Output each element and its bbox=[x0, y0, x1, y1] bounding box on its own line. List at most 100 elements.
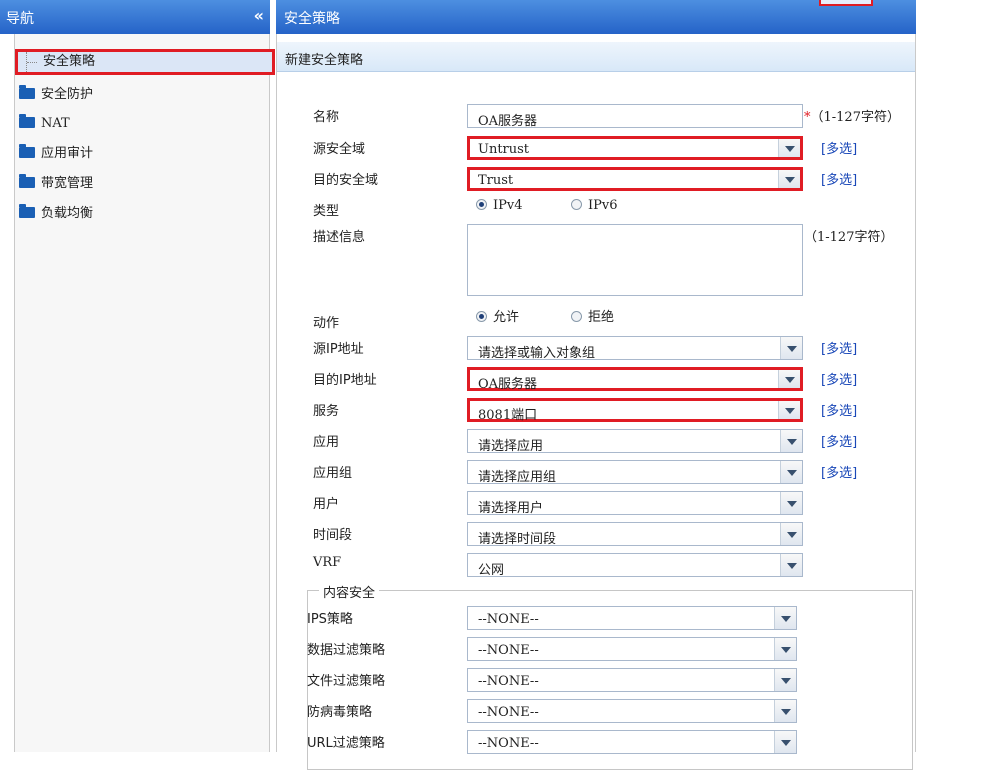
chevron-down-icon[interactable] bbox=[778, 170, 800, 188]
file-filter-label: 文件过滤策略 bbox=[307, 674, 386, 689]
row-name: 名称 OA服务器 *（1-127字符） bbox=[277, 104, 917, 129]
row-src-zone: 源安全域 Untrust [多选] bbox=[277, 136, 917, 160]
sidebar-item-bandwidth[interactable]: 带宽管理 bbox=[19, 171, 93, 197]
type-ipv6-radio[interactable]: IPv6 bbox=[571, 198, 618, 213]
action-label: 动作 bbox=[313, 316, 340, 331]
sidebar-item-security-policy[interactable]: 安全策略 bbox=[15, 49, 275, 75]
sidebar-item-app-audit[interactable]: 应用审计 bbox=[19, 141, 93, 167]
time-select[interactable]: 请选择时间段 bbox=[467, 522, 803, 547]
chevron-down-icon[interactable] bbox=[780, 337, 802, 359]
row-service: 服务 8081端口 [多选] bbox=[277, 398, 917, 423]
row-antivirus: 防病毒策略 --NONE-- bbox=[277, 699, 917, 723]
desc-label: 描述信息 bbox=[313, 230, 366, 245]
chevron-down-icon[interactable] bbox=[774, 731, 796, 753]
name-hint: *（1-127字符） bbox=[804, 110, 900, 125]
chevron-down-icon[interactable] bbox=[774, 607, 796, 629]
dst-ip-label: 目的IP地址 bbox=[313, 373, 377, 388]
main-panel: 新建安全策略 名称 OA服务器 *（1-127字符） 源安全域 Untrust … bbox=[276, 34, 917, 770]
user-select[interactable]: 请选择用户 bbox=[467, 491, 803, 516]
service-select[interactable]: 8081端口 bbox=[467, 398, 803, 423]
radio-unchecked-icon bbox=[571, 311, 582, 322]
row-dst-ip: 目的IP地址 OA服务器 [多选] bbox=[277, 367, 917, 392]
service-label: 服务 bbox=[313, 404, 340, 419]
src-zone-select[interactable]: Untrust bbox=[467, 136, 803, 160]
ips-label: IPS策略 bbox=[307, 612, 353, 627]
folder-icon bbox=[19, 204, 35, 218]
vrf-label: VRF bbox=[313, 555, 342, 570]
service-multi-link[interactable]: [多选] bbox=[821, 400, 857, 419]
dst-zone-select[interactable]: Trust bbox=[467, 167, 803, 191]
collapse-icon[interactable]: « bbox=[254, 6, 264, 25]
chevron-down-icon[interactable] bbox=[780, 492, 802, 514]
src-ip-label: 源IP地址 bbox=[313, 342, 364, 357]
chevron-down-icon[interactable] bbox=[780, 554, 802, 576]
sidebar-item-label: 负载均衡 bbox=[41, 206, 94, 221]
ips-select[interactable]: --NONE-- bbox=[467, 606, 797, 630]
url-filter-select[interactable]: --NONE-- bbox=[467, 730, 797, 754]
sidebar-item-label: 安全防护 bbox=[41, 87, 94, 102]
row-app: 应用 请选择应用 [多选] bbox=[277, 429, 917, 454]
file-filter-select[interactable]: --NONE-- bbox=[467, 668, 797, 692]
sidebar-item-nat[interactable]: NAT bbox=[19, 111, 70, 137]
app-group-select[interactable]: 请选择应用组 bbox=[467, 460, 803, 485]
src-zone-multi-link[interactable]: [多选] bbox=[821, 138, 857, 157]
chevron-down-icon[interactable] bbox=[774, 638, 796, 660]
radio-unchecked-icon bbox=[571, 199, 582, 210]
dst-ip-multi-link[interactable]: [多选] bbox=[821, 369, 857, 388]
row-time: 时间段 请选择时间段 bbox=[277, 522, 917, 547]
sidebar-item-label: 带宽管理 bbox=[41, 176, 94, 191]
chevron-down-icon[interactable] bbox=[774, 700, 796, 722]
chevron-down-icon[interactable] bbox=[780, 523, 802, 545]
app-multi-link[interactable]: [多选] bbox=[821, 431, 857, 450]
nav-title: 导航 bbox=[6, 11, 34, 27]
sidebar-item-security-protection[interactable]: 安全防护 bbox=[19, 82, 93, 108]
user-label: 用户 bbox=[313, 497, 340, 512]
row-vrf: VRF 公网 bbox=[277, 553, 917, 578]
nav-header: 导航 « bbox=[0, 0, 270, 34]
row-user: 用户 请选择用户 bbox=[277, 491, 917, 516]
app-group-label: 应用组 bbox=[313, 466, 353, 481]
radio-checked-icon bbox=[476, 199, 487, 210]
type-ipv4-radio[interactable]: IPv4 bbox=[476, 198, 523, 213]
sidebar-item-load-balance[interactable]: 负载均衡 bbox=[19, 201, 93, 227]
chevron-down-icon[interactable] bbox=[780, 430, 802, 452]
vrf-select[interactable]: 公网 bbox=[467, 553, 803, 578]
name-input[interactable]: OA服务器 bbox=[467, 104, 803, 129]
page-title: 安全策略 bbox=[284, 11, 340, 27]
action-allow-radio[interactable]: 允许 bbox=[476, 306, 519, 325]
chevron-down-icon[interactable] bbox=[778, 139, 800, 157]
row-ips: IPS策略 --NONE-- bbox=[277, 606, 917, 630]
chevron-down-icon[interactable] bbox=[778, 401, 800, 419]
src-zone-label: 源安全域 bbox=[313, 142, 366, 157]
highlight-marker bbox=[819, 0, 873, 6]
app-group-multi-link[interactable]: [多选] bbox=[821, 462, 857, 481]
chevron-down-icon[interactable] bbox=[780, 461, 802, 483]
row-app-group: 应用组 请选择应用组 [多选] bbox=[277, 460, 917, 485]
src-ip-multi-link[interactable]: [多选] bbox=[821, 338, 857, 357]
sidebar-item-label: NAT bbox=[41, 116, 70, 131]
dst-zone-multi-link[interactable]: [多选] bbox=[821, 169, 857, 188]
data-filter-select[interactable]: --NONE-- bbox=[467, 637, 797, 661]
row-action: 动作 允许 拒绝 bbox=[277, 306, 917, 331]
desc-textarea[interactable] bbox=[467, 224, 803, 296]
app-label: 应用 bbox=[313, 435, 340, 450]
content-security-legend: 内容安全 bbox=[319, 582, 380, 601]
app-select[interactable]: 请选择应用 bbox=[467, 429, 803, 454]
folder-icon bbox=[19, 174, 35, 188]
chevron-down-icon[interactable] bbox=[774, 669, 796, 691]
action-deny-radio[interactable]: 拒绝 bbox=[571, 306, 614, 325]
src-ip-select[interactable]: 请选择或输入对象组 bbox=[467, 336, 803, 361]
row-url-filter: URL过滤策略 --NONE-- bbox=[277, 730, 917, 754]
row-data-filter: 数据过滤策略 --NONE-- bbox=[277, 637, 917, 661]
folder-icon bbox=[19, 114, 35, 128]
chevron-down-icon[interactable] bbox=[778, 370, 800, 388]
sidebar: 安全策略 安全防护 NAT 应用审计 带宽管理 负载均衡 bbox=[14, 34, 275, 752]
row-src-ip: 源IP地址 请选择或输入对象组 [多选] bbox=[277, 336, 917, 361]
time-label: 时间段 bbox=[313, 528, 353, 543]
antivirus-label: 防病毒策略 bbox=[307, 705, 373, 720]
folder-icon bbox=[19, 85, 35, 99]
url-filter-label: URL过滤策略 bbox=[307, 736, 385, 751]
antivirus-select[interactable]: --NONE-- bbox=[467, 699, 797, 723]
row-dst-zone: 目的安全域 Trust [多选] bbox=[277, 167, 917, 191]
dst-ip-select[interactable]: OA服务器 bbox=[467, 367, 803, 392]
